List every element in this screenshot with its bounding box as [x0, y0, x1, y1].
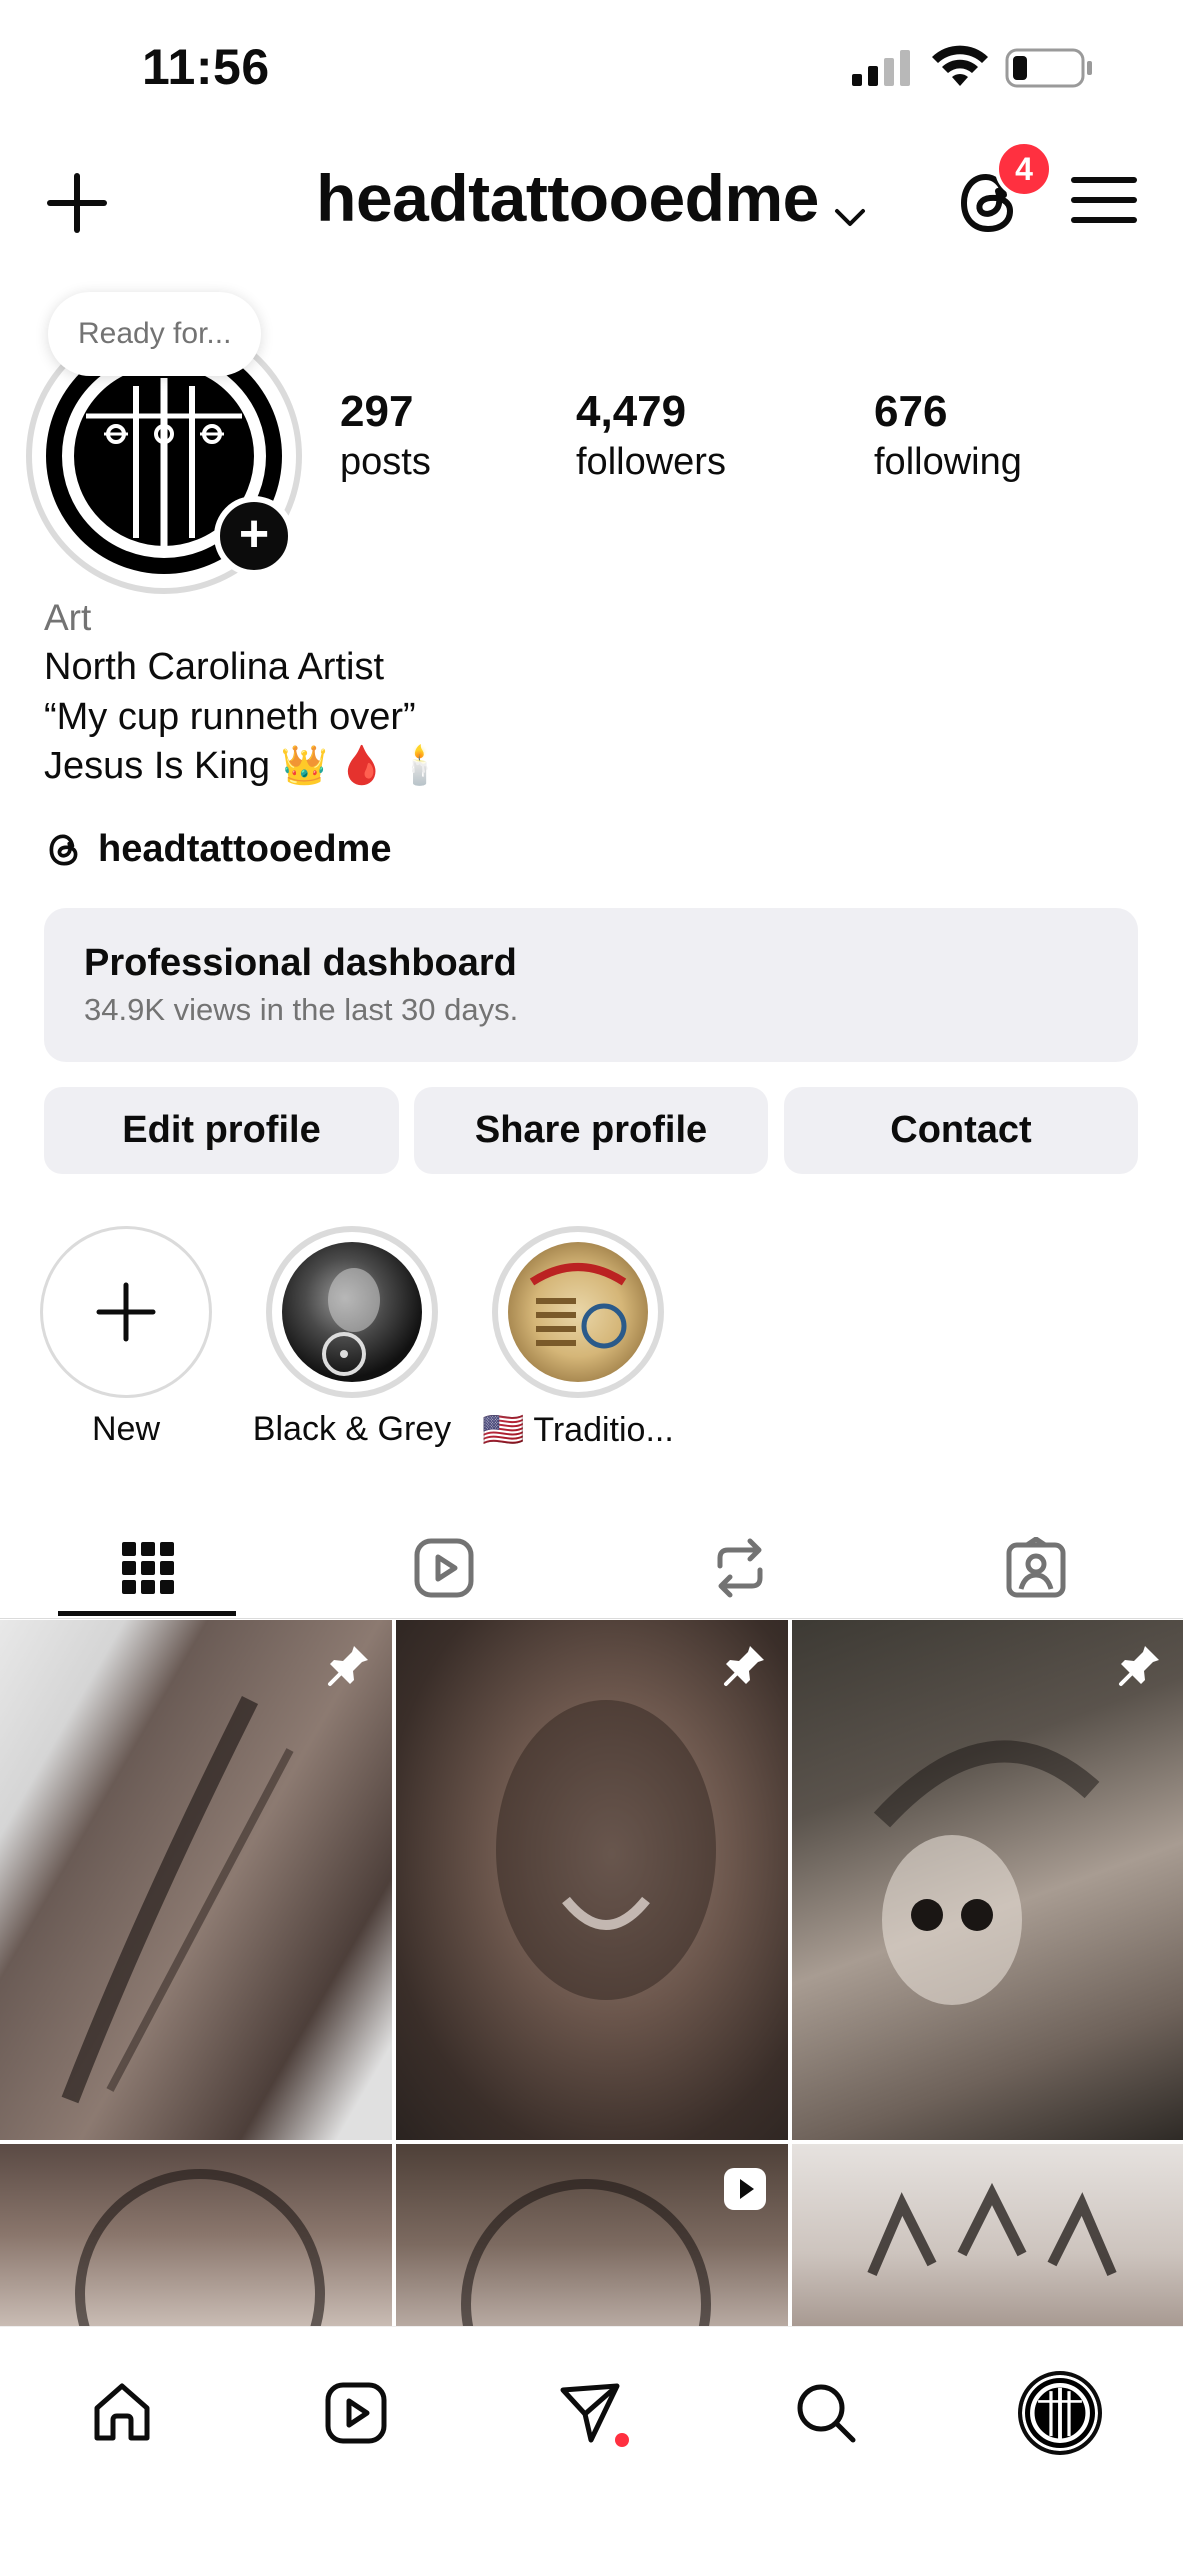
bio-line: Jesus Is King 👑 🩸 🕯️	[44, 745, 444, 787]
posts-count: 297	[340, 387, 414, 436]
tab-posts-grid[interactable]	[0, 1520, 296, 1616]
new-highlight-button[interactable]	[40, 1226, 212, 1398]
status-time: 11:56	[142, 39, 270, 95]
reels-icon	[325, 2382, 387, 2444]
post-thumbnail[interactable]	[0, 1620, 392, 2140]
post-thumbnail[interactable]	[396, 1620, 788, 2140]
nav-reels[interactable]	[306, 2363, 406, 2463]
followers-stat[interactable]: 4,479 followers	[576, 385, 726, 485]
following-label: following	[874, 441, 1022, 483]
bottom-navigation	[0, 2326, 1183, 2561]
tab-reels[interactable]	[296, 1520, 592, 1616]
tab-divider	[0, 1618, 1183, 1619]
unread-dot	[615, 2433, 629, 2447]
pin-icon	[724, 1646, 764, 1686]
highlight-label: 🇺🇸 Traditio...	[482, 1411, 674, 1449]
following-count: 676	[874, 387, 948, 436]
bio-line: “My cup runneth over”	[44, 696, 416, 738]
highlight-cover-image	[282, 1242, 422, 1382]
tab-reposts[interactable]	[592, 1520, 888, 1616]
post-thumbnail[interactable]	[792, 1620, 1183, 2140]
pin-icon	[1119, 1646, 1159, 1686]
username-title: headtattooedme	[316, 161, 819, 235]
nav-search[interactable]	[776, 2363, 876, 2463]
contact-button[interactable]: Contact	[784, 1087, 1138, 1174]
battery-icon	[1005, 48, 1092, 88]
highlight-label: New	[91, 1410, 161, 1448]
posts-label: posts	[340, 441, 431, 483]
signal-icon	[852, 50, 910, 86]
threads-icon	[49, 833, 78, 866]
nav-home[interactable]	[72, 2363, 172, 2463]
posts-stat[interactable]: 297 posts	[340, 385, 431, 485]
share-profile-button[interactable]: Share profile	[414, 1087, 768, 1174]
reposts-icon	[717, 1538, 763, 1598]
dashboard-subtitle: 34.9K views in the last 30 days.	[84, 992, 519, 1027]
followers-count: 4,479	[576, 387, 687, 436]
dashboard-title: Professional dashboard	[84, 942, 517, 984]
followers-label: followers	[576, 441, 726, 483]
messages-icon	[560, 2383, 620, 2443]
search-icon	[797, 2384, 856, 2443]
post-thumbnail[interactable]	[0, 2144, 392, 2326]
profile-avatar	[1018, 2371, 1102, 2455]
note-bubble[interactable]: Ready for...	[48, 292, 262, 376]
reel-badge-icon	[724, 2168, 766, 2210]
menu-icon[interactable]	[1070, 170, 1138, 230]
tab-tagged[interactable]	[888, 1520, 1183, 1616]
professional-dashboard[interactable]: Professional dashboard 34.9K views in th…	[44, 908, 1138, 1062]
home-icon	[94, 2383, 150, 2441]
active-tab-indicator	[58, 1611, 236, 1616]
threads-profile-link[interactable]: headtattooedme	[44, 828, 391, 871]
following-stat[interactable]: 676 following	[874, 385, 1022, 485]
highlight-cover-image	[508, 1242, 648, 1382]
tagged-icon	[1006, 1537, 1066, 1598]
add-story-button[interactable]: +	[214, 496, 294, 576]
notification-badge: 4	[995, 140, 1053, 198]
reels-icon	[414, 1538, 474, 1598]
wifi-icon	[932, 45, 988, 86]
post-thumbnail[interactable]	[396, 2144, 788, 2326]
bio-line: North Carolina Artist	[44, 646, 385, 688]
nav-profile[interactable]	[1010, 2363, 1110, 2463]
pin-icon	[328, 1646, 368, 1686]
highlight-label: Black & Grey	[252, 1410, 452, 1448]
plus-icon	[96, 1282, 156, 1342]
edit-profile-button[interactable]: Edit profile	[44, 1087, 399, 1174]
grid-icon	[122, 1542, 174, 1594]
nav-messages[interactable]	[540, 2363, 640, 2463]
threads-handle: headtattooedme	[98, 828, 392, 870]
profile-category: Art	[44, 597, 92, 638]
post-thumbnail[interactable]	[792, 2144, 1183, 2326]
chevron-down-icon	[834, 208, 865, 226]
